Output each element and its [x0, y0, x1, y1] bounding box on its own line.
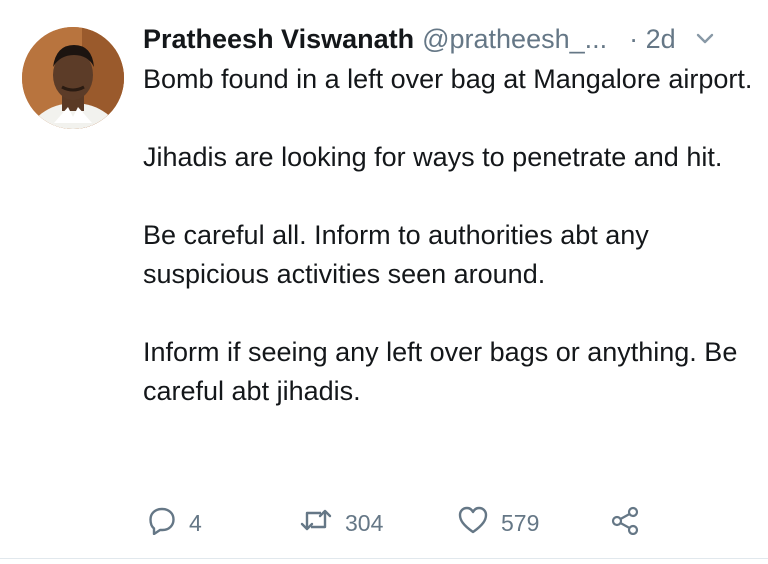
tweet-card[interactable]: Pratheesh Viswanath @pratheesh_... · 2d …	[0, 0, 768, 564]
heart-icon	[457, 505, 489, 541]
share-icon	[609, 505, 641, 541]
divider	[0, 558, 768, 559]
display-name[interactable]: Pratheesh Viswanath	[143, 19, 414, 59]
timestamp[interactable]: · 2d	[629, 19, 676, 59]
like-button[interactable]: 579	[457, 505, 539, 541]
tweet-paragraph: Jihadis are looking for ways to penetrat…	[143, 142, 723, 172]
retweet-button[interactable]: 304	[299, 505, 383, 541]
avatar[interactable]	[22, 27, 124, 129]
tweet-paragraph: Bomb found in a left over bag at Mangalo…	[143, 64, 753, 94]
avatar-image	[22, 27, 124, 129]
user-handle[interactable]: @pratheesh_...	[422, 19, 607, 59]
reply-count: 4	[189, 509, 202, 536]
reply-icon	[147, 505, 177, 541]
chevron-down-icon[interactable]	[694, 28, 716, 50]
tweet-header: Pratheesh Viswanath @pratheesh_... · 2d	[143, 19, 753, 59]
tweet-actions: 4 304 579	[147, 505, 707, 541]
tweet-text: Bomb found in a left over bag at Mangalo…	[143, 60, 753, 411]
tweet-paragraph: Inform if seeing any left over bags or a…	[143, 337, 738, 406]
like-count: 579	[501, 509, 540, 536]
retweet-count: 304	[345, 509, 384, 536]
reply-button[interactable]: 4	[147, 505, 202, 541]
retweet-icon	[299, 505, 333, 541]
share-button[interactable]	[609, 505, 641, 541]
tweet-paragraph: Be careful all. Inform to authorities ab…	[143, 220, 649, 289]
